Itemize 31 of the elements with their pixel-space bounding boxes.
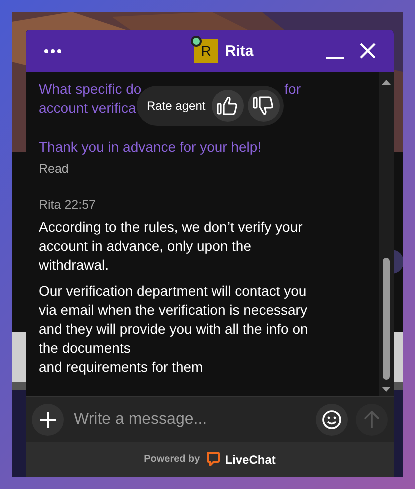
thumbs-up-button[interactable]	[212, 90, 244, 122]
thumbs-down-icon	[252, 96, 275, 116]
scroll-thumb[interactable]	[383, 258, 390, 380]
message-author-time: Rita 22:57	[39, 197, 97, 214]
chat-bubble-icon	[207, 452, 220, 467]
agent-name: Rita	[225, 42, 254, 60]
thumbs-up-icon	[216, 96, 239, 116]
agent-avatar: R	[194, 39, 218, 63]
more-icon[interactable]	[44, 48, 62, 54]
powered-by-label: Powered by	[144, 454, 200, 465]
message-text: account verifica	[39, 99, 136, 118]
message-text: According to the rules, we don’t verify your account in advance, only upon the withdrawal.	[39, 218, 304, 275]
add-button[interactable]	[32, 404, 64, 436]
rate-label: Rate agent	[147, 99, 206, 113]
read-status: Read	[39, 161, 70, 178]
message-text: Thank you in advance for your help!	[39, 138, 263, 157]
message-input[interactable]: Write a message...	[72, 404, 308, 434]
thumbs-down-button[interactable]	[248, 90, 280, 122]
close-icon[interactable]	[360, 43, 376, 59]
message-text: What specific do	[39, 80, 142, 99]
plus-icon	[40, 412, 56, 428]
emoji-button[interactable]	[316, 404, 348, 436]
scrollbar[interactable]	[379, 72, 394, 396]
scroll-down-icon[interactable]	[382, 387, 391, 392]
message-composer[interactable]: Write a message...	[26, 396, 394, 442]
arrow-up-icon	[364, 410, 380, 428]
message-text: for	[284, 80, 301, 99]
brand-name[interactable]: LiveChat	[225, 452, 276, 466]
scroll-up-icon[interactable]	[382, 80, 391, 85]
message-text: Our verification department will contact you via email when the verification is necessary and they will provide you with all the info on the documents and requirements for them	[39, 282, 310, 377]
smiley-icon	[322, 410, 342, 430]
